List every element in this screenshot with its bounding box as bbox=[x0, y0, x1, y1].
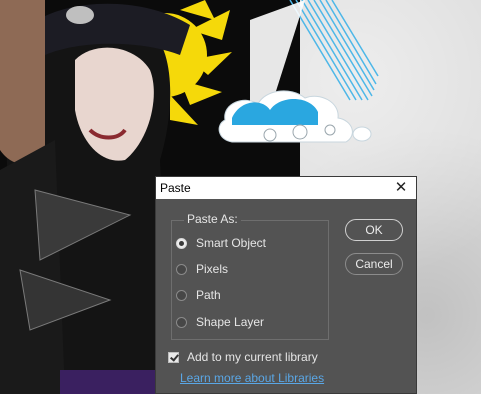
blue-stripes bbox=[289, 0, 379, 101]
learn-more-libraries-link[interactable]: Learn more about Libraries bbox=[180, 371, 324, 385]
radio-label: Pixels bbox=[196, 262, 229, 276]
ok-button[interactable]: OK bbox=[345, 219, 403, 241]
radio-label: Smart Object bbox=[196, 236, 267, 250]
left-figure bbox=[0, 0, 45, 166]
radio-unselected-icon bbox=[176, 289, 187, 301]
dialog-titlebar[interactable]: Paste ✕ bbox=[156, 177, 416, 199]
add-to-library-checkbox[interactable]: Add to my current library bbox=[168, 349, 318, 365]
cancel-button[interactable]: Cancel bbox=[345, 253, 403, 275]
radio-unselected-icon bbox=[176, 316, 187, 328]
dialog-title: Paste bbox=[160, 181, 191, 195]
radio-unselected-icon bbox=[176, 263, 187, 275]
purple-band bbox=[60, 370, 160, 394]
radio-shape-layer[interactable]: Shape Layer bbox=[176, 313, 264, 331]
cap-badge bbox=[66, 6, 94, 24]
radio-label: Shape Layer bbox=[196, 315, 265, 329]
paste-dialog: Paste ✕ Paste As: Smart Object Pixels Pa… bbox=[155, 176, 417, 394]
paste-as-label: Paste As: bbox=[184, 212, 241, 226]
radio-path[interactable]: Path bbox=[176, 286, 221, 304]
checkbox-checked-icon bbox=[168, 351, 179, 363]
radio-pixels[interactable]: Pixels bbox=[176, 260, 228, 278]
cloud-graphic bbox=[218, 90, 372, 143]
radio-selected-icon bbox=[176, 237, 187, 249]
radio-label: Path bbox=[196, 288, 221, 302]
jacket bbox=[0, 140, 65, 394]
close-icon[interactable]: ✕ bbox=[390, 177, 412, 199]
radio-smart-object[interactable]: Smart Object bbox=[176, 234, 266, 252]
checkbox-label: Add to my current library bbox=[187, 350, 318, 364]
